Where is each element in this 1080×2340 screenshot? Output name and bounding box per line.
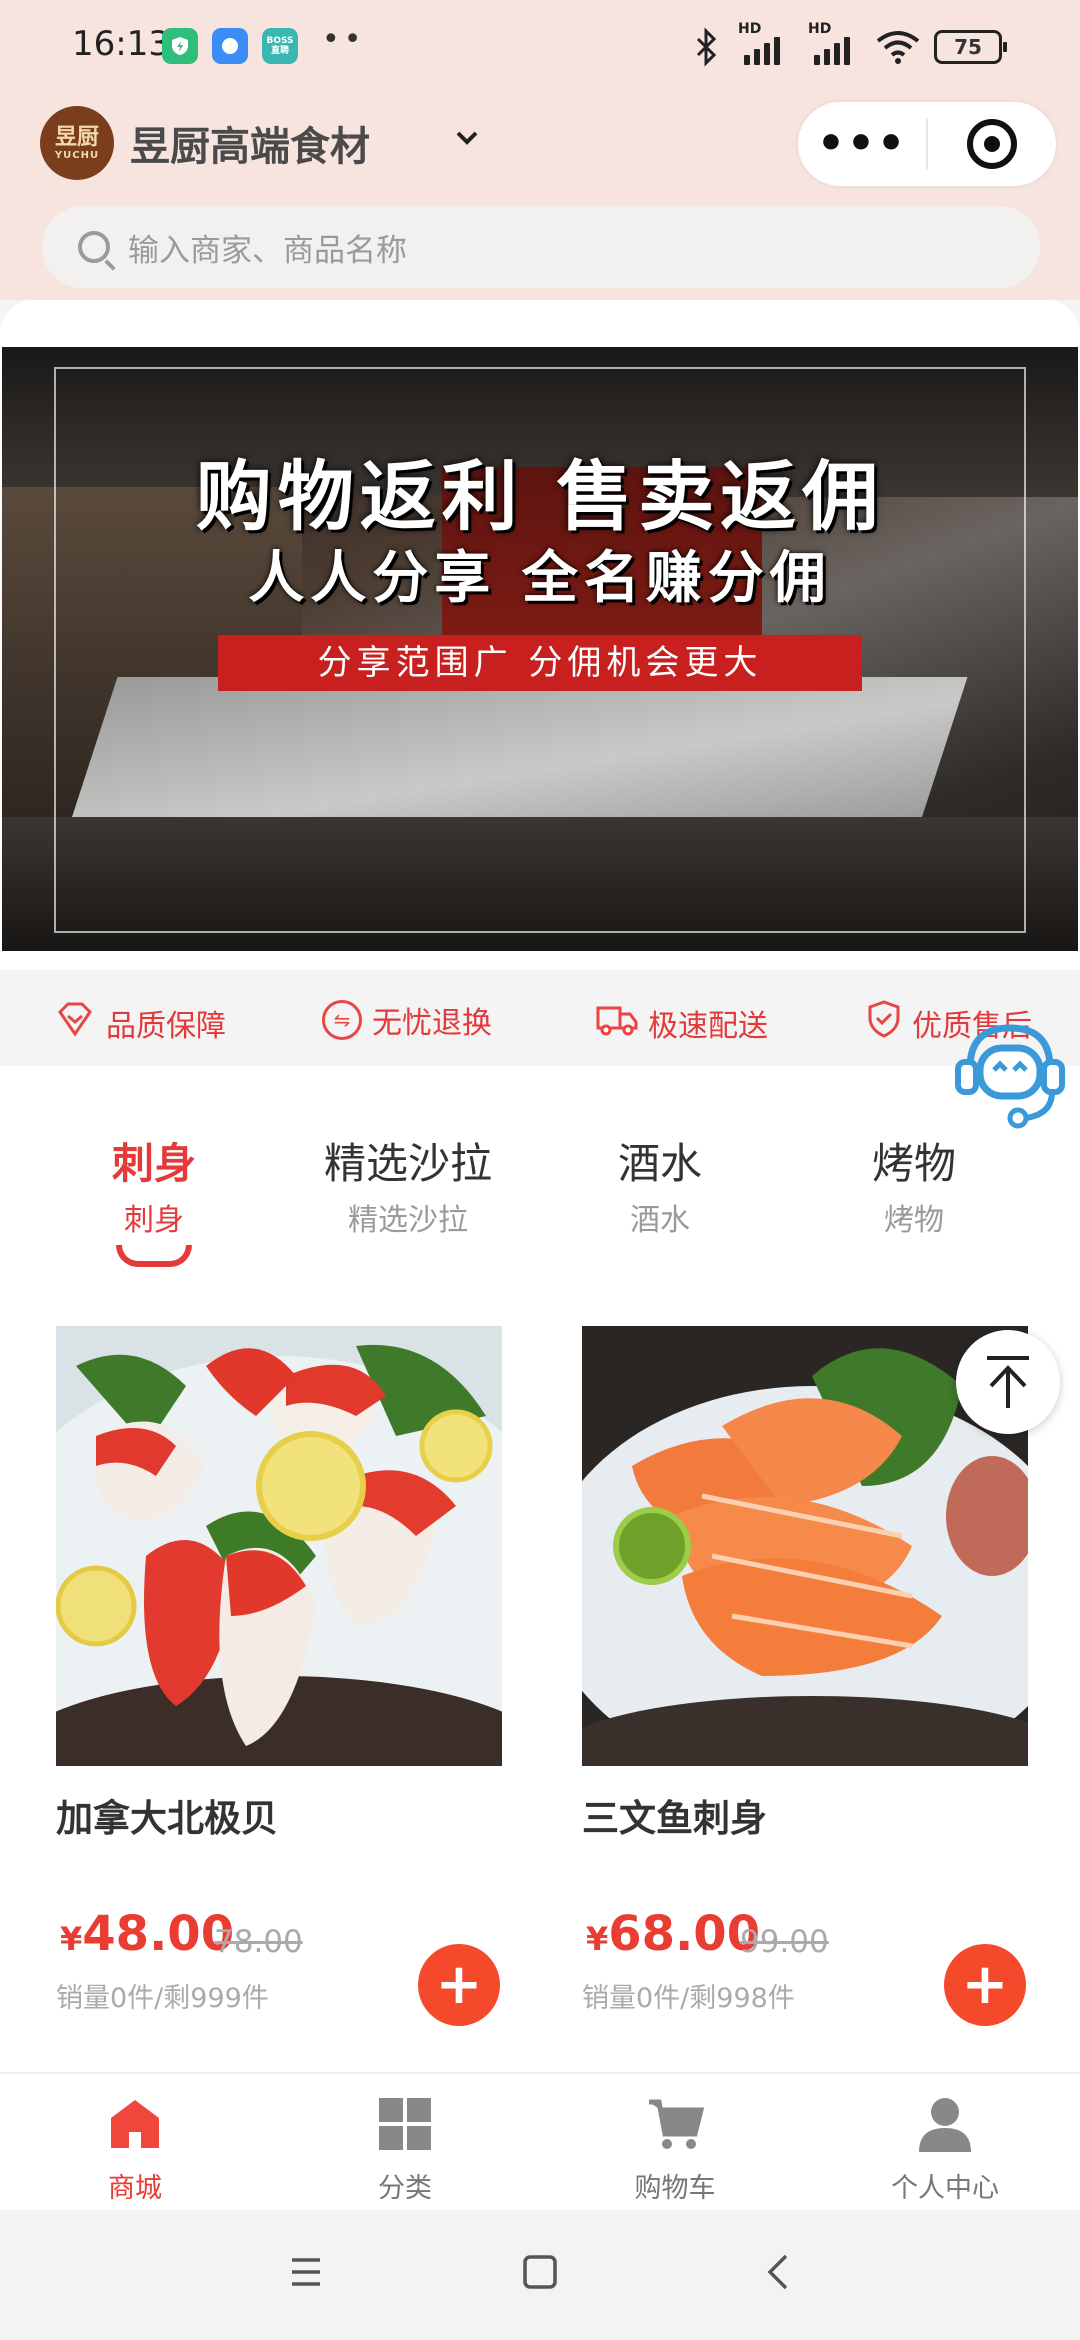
guarantee-item: 品质保障	[54, 998, 226, 1048]
signal-hd-label: HD	[808, 21, 832, 37]
truck-icon	[594, 998, 648, 1048]
guarantee-label: 品质保障	[106, 1009, 226, 1044]
price-value: 68.00	[608, 1906, 761, 1962]
currency-symbol: ¥	[60, 1920, 83, 1958]
category-sub: 精选沙拉	[348, 1203, 468, 1238]
cart-icon	[649, 2099, 705, 2149]
category-tab-salad[interactable]: 精选沙拉 精选沙拉	[288, 1130, 528, 1239]
status-bar: 16:13 BOSS直聘 •• HD HD 75	[0, 0, 1080, 96]
add-to-cart-button[interactable]: +	[944, 1944, 1026, 2026]
signal-hd-label: HD	[738, 21, 762, 37]
chevron-down-icon[interactable]	[452, 122, 482, 162]
customer-service-button[interactable]	[948, 1010, 1072, 1134]
product-price: ¥68.00	[586, 1906, 760, 1962]
category-name: 刺身	[111, 1139, 196, 1188]
banner-subline: 人人分享 全名赚分佣	[248, 546, 832, 611]
headset-bot-icon	[955, 1024, 1065, 1129]
battery-icon: 75	[934, 30, 1007, 64]
bluetooth-icon	[696, 27, 717, 67]
tab-label: 购物车	[634, 2173, 716, 2204]
wifi-icon	[876, 31, 920, 64]
guarantee-label: 极速配送	[648, 1009, 768, 1044]
category-name: 精选沙拉	[323, 1139, 492, 1188]
system-nav-bar	[0, 2210, 1080, 2340]
signal-icon: HD	[736, 21, 792, 67]
shield-app-icon	[162, 28, 198, 64]
guarantee-label: 无忧退换	[372, 1006, 492, 1041]
product-price: ¥48.00	[60, 1906, 234, 1962]
tab-label: 分类	[378, 2173, 432, 2204]
boss-app-icon: BOSS直聘	[262, 28, 298, 64]
guarantee-item: 极速配送	[594, 998, 768, 1048]
grid-icon	[379, 2098, 431, 2150]
banner-headline: 购物返利 售卖返佣	[195, 452, 885, 541]
currency-symbol: ¥	[586, 1920, 609, 1958]
tab-profile[interactable]: 个人中心	[810, 2094, 1080, 2205]
home-icon	[111, 2100, 159, 2148]
price-value: 48.00	[82, 1906, 235, 1962]
back-to-top-button[interactable]	[956, 1330, 1060, 1434]
tab-home[interactable]: 商城	[0, 2094, 270, 2205]
target-icon	[967, 119, 1017, 169]
user-icon	[919, 2098, 971, 2152]
battery-level: 75	[954, 35, 982, 59]
tab-label: 个人中心	[891, 2173, 999, 2204]
product-image[interactable]	[56, 1326, 502, 1766]
category-tabs: 刺身 刺身 精选沙拉 精选沙拉 酒水 酒水 烤物 烤物	[0, 1130, 1080, 1270]
product-name[interactable]: 三文鱼刺身	[582, 1788, 767, 1842]
chat-app-icon	[212, 28, 248, 64]
back-icon[interactable]	[760, 2252, 796, 2292]
product-card[interactable]: 加拿大北极贝 ¥48.00 78.00 销量0件/剩999件 +	[56, 1326, 502, 2046]
banner-tagline: 分享范围广 分佣机会更大	[218, 635, 862, 691]
guarantee-item: ⇋ 无忧退换	[322, 998, 492, 1042]
logo-text: 昱厨	[54, 124, 99, 150]
product-card[interactable]: 三文鱼刺身 ¥68.00 99.00 销量0件/剩998件 +	[582, 1326, 1028, 2046]
shield-check-icon	[864, 998, 912, 1048]
category-sub: 烤物	[884, 1203, 944, 1238]
logo-subtext: YUCHU	[54, 149, 100, 161]
diamond-icon	[54, 998, 106, 1048]
category-tab-drinks[interactable]: 酒水 酒水	[540, 1130, 780, 1239]
status-time: 16:13	[72, 24, 170, 64]
tab-cart[interactable]: 购物车	[540, 2094, 810, 2205]
category-tab-grill[interactable]: 烤物 烤物	[794, 1130, 1034, 1239]
status-more-dots: ••	[322, 22, 366, 57]
exchange-icon: ⇋	[322, 1000, 362, 1040]
store-logo[interactable]: 昱厨 YUCHU	[40, 106, 114, 180]
app-header: 昱厨 YUCHU 昱厨高端食材 •••	[0, 100, 1080, 186]
guarantee-strip: 品质保障 ⇋ 无忧退换 极速配送 优质售后	[0, 970, 1080, 1066]
search-bar[interactable]: 输入商家、商品名称	[42, 206, 1040, 288]
product-old-price: 78.00	[214, 1924, 303, 1960]
promo-banner[interactable]: 购物返利 售卖返佣 人人分享 全名赚分佣 分享范围广 分佣机会更大	[2, 347, 1078, 951]
active-indicator	[116, 1245, 192, 1267]
category-name: 烤物	[871, 1139, 956, 1188]
product-old-price: 99.00	[740, 1924, 829, 1960]
search-placeholder: 输入商家、商品名称	[128, 232, 407, 269]
category-sub: 酒水	[630, 1203, 690, 1238]
more-menu-button[interactable]: •••	[798, 122, 926, 166]
arrow-up-icon	[987, 1356, 1029, 1408]
product-sales: 销量0件/剩998件	[582, 1983, 795, 2014]
category-name: 酒水	[617, 1139, 702, 1188]
search-icon	[78, 231, 110, 263]
tab-category[interactable]: 分类	[270, 2094, 540, 2205]
menu-icon[interactable]	[288, 2254, 324, 2290]
bottom-tab-bar: 商城 分类 购物车 个人中心	[0, 2072, 1080, 2210]
mini-program-capsule: •••	[798, 102, 1056, 186]
category-tab-sashimi[interactable]: 刺身 刺身	[34, 1130, 274, 1267]
tab-label: 商城	[108, 2173, 162, 2204]
add-to-cart-button[interactable]: +	[418, 1944, 500, 2026]
product-sales: 销量0件/剩999件	[56, 1983, 269, 2014]
category-sub: 刺身	[124, 1203, 184, 1238]
product-name[interactable]: 加拿大北极贝	[56, 1788, 278, 1842]
signal-icon: HD	[806, 21, 862, 67]
close-mini-program-button[interactable]	[928, 119, 1056, 169]
store-title[interactable]: 昱厨高端食材	[130, 114, 370, 172]
home-nav-icon[interactable]	[522, 2252, 558, 2292]
